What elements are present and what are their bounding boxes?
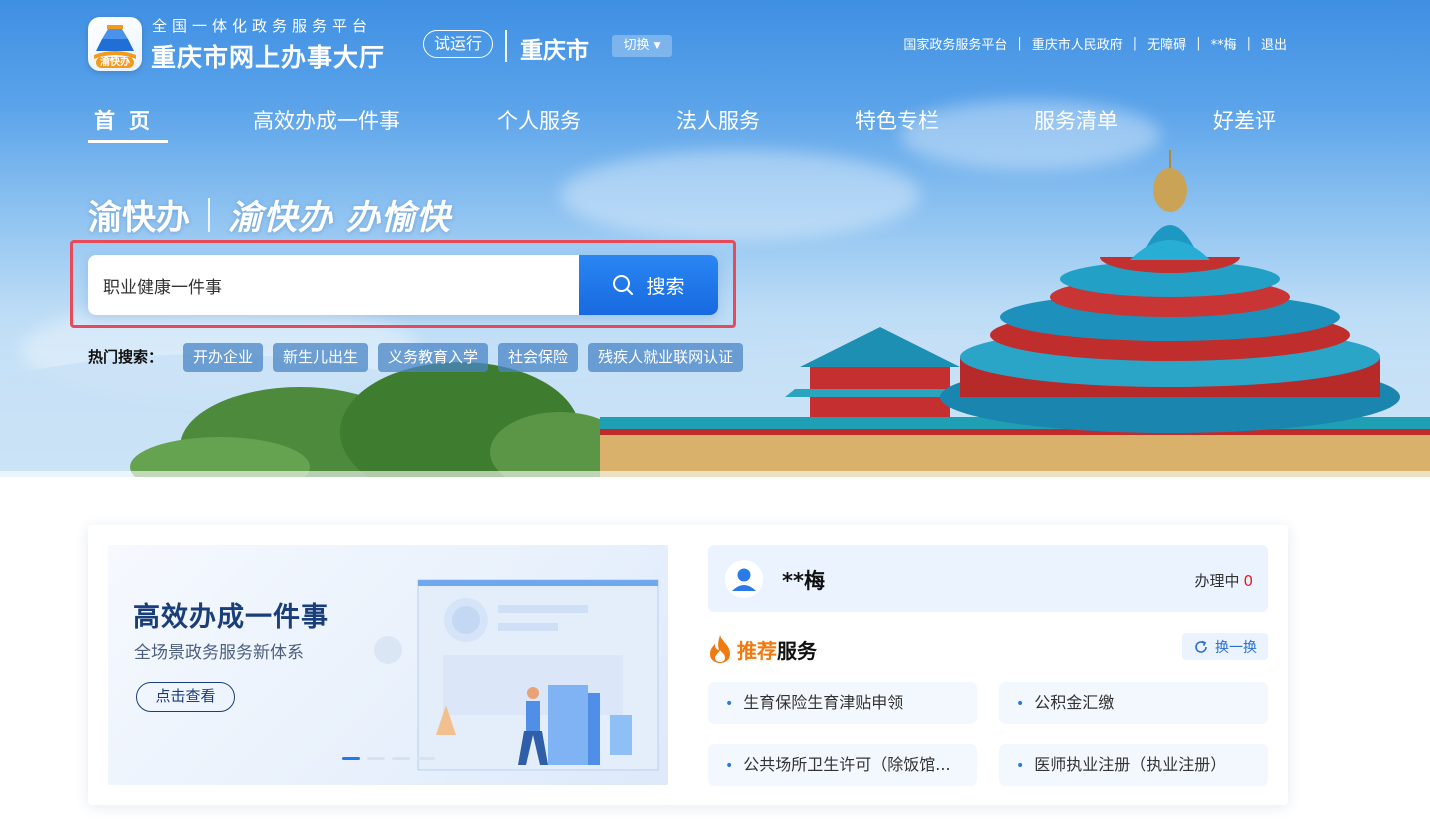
link-separator: | [1196,36,1201,51]
nav-one-thing[interactable]: 高效办成一件事 [253,104,400,144]
switch-label: 切换 [623,38,650,53]
bullet-icon: • [1016,758,1025,774]
carousel-dot[interactable] [417,757,435,760]
recommend-title: 推荐 服务 [707,634,817,664]
caret-down-icon: ▼ [653,41,661,51]
recommend-title-highlight: 推荐 [737,638,777,663]
banner-title: 高效办成一件事 [133,602,329,633]
hot-tag-social-insurance[interactable]: 社会保险 [498,343,579,372]
hot-tag-school-enrollment[interactable]: 义务教育入学 [378,343,489,372]
link-municipal-government[interactable]: 重庆市人民政府 [1032,34,1123,53]
link-logout[interactable]: 退出 [1261,34,1287,53]
slogan-divider [208,197,210,232]
banner-subtitle: 全场景政务服务新体系 [134,643,304,663]
service-label: 生育保险生育津贴申领 [743,693,904,712]
hot-search-label: 热门搜索： [88,348,164,366]
search-input[interactable] [88,255,579,315]
promo-banner[interactable]: 高效办成一件事 全场景政务服务新体系 点击查看 [108,545,668,785]
platform-subtitle: 全国一体化政务服务平台 [152,17,373,35]
nav-legal-entity-services[interactable]: 法人服务 [676,104,760,144]
logo-icon[interactable]: 渝快办 [88,17,142,71]
recommend-title-rest: 服务 [777,638,817,663]
search-box: 搜索 [88,255,718,315]
banner-illustration [374,579,659,771]
service-item[interactable]: • 公共场所卫生许可（除饭馆... [708,744,977,786]
header-divider [505,30,507,62]
service-label: 公共场所卫生许可（除饭馆... [743,755,951,774]
nav-home[interactable]: 首页 [94,104,164,144]
link-separator: | [1132,36,1138,51]
city-switch-button[interactable]: 切换 ▼ [612,35,672,57]
user-name: **梅 [782,569,825,593]
bullet-icon: • [1016,696,1025,712]
bullet-icon: • [725,696,734,712]
main-nav: 首页 高效办成一件事 个人服务 法人服务 特色专栏 服务清单 好差评 [88,104,1288,144]
search-button-label: 搜索 [646,275,685,298]
search-icon [613,275,634,295]
banner-view-button[interactable]: 点击查看 [136,682,235,712]
nav-personal-services[interactable]: 个人服务 [497,104,581,144]
service-label: 公积金汇缴 [1034,693,1115,712]
slogan-tagline: 渝快办 办愉快 [228,198,451,238]
site-title[interactable]: 重庆市网上办事大厅 [151,38,385,74]
refresh-label: 换一换 [1215,639,1257,656]
service-item[interactable]: • 医师执业注册（执业注册） [999,744,1268,786]
slogan: 渝快办 渝快办 办愉快 [88,190,451,239]
search-button[interactable]: 搜索 [579,255,718,315]
slogan-brand: 渝快办 [88,198,190,238]
flame-icon [710,635,730,663]
hot-tag-newborn[interactable]: 新生儿出生 [273,343,369,372]
nav-service-list[interactable]: 服务清单 [1034,104,1118,144]
carousel-dot[interactable] [342,757,360,760]
carousel-dot[interactable] [367,757,385,760]
link-separator: | [1246,36,1251,51]
hot-search-tags: 开办企业 新生儿出生 义务教育入学 社会保险 残疾人就业联网认证 [183,343,744,372]
nav-evaluation[interactable]: 好差评 [1213,104,1276,144]
current-city: 重庆市 [520,38,589,64]
bullet-icon: • [725,758,734,774]
in-progress-status[interactable]: 办理中 0 [1194,570,1253,591]
link-national-platform[interactable]: 国家政务服务平台 [903,34,1007,53]
service-label: 医师执业注册（执业注册） [1034,755,1227,774]
nav-active-indicator [88,140,168,143]
in-progress-label: 办理中 [1194,572,1240,590]
carousel-dot[interactable] [392,757,410,760]
user-avatar-icon[interactable] [725,560,763,598]
in-progress-count: 0 [1243,572,1253,590]
link-user-name[interactable]: **梅 [1211,34,1237,53]
link-separator: | [1017,36,1022,51]
nav-special-columns[interactable]: 特色专栏 [855,104,939,144]
refresh-button[interactable]: 换一换 [1182,633,1268,660]
logo-text: 渝快办 [96,57,134,68]
service-item[interactable]: • 公积金汇缴 [999,682,1268,724]
carousel-dots [342,757,435,760]
user-panel: **梅 办理中 0 [708,545,1268,612]
hot-tag-disabled-employment[interactable]: 残疾人就业联网认证 [588,343,744,372]
link-accessibility[interactable]: 无障碍 [1147,34,1186,53]
hot-tag-start-business[interactable]: 开办企业 [183,343,264,372]
top-links: 国家政务服务平台 | 重庆市人民政府 | 无障碍 | **梅 | 退出 [903,34,1287,53]
trial-badge: 试运行 [423,30,493,58]
refresh-icon [1195,640,1207,653]
service-item[interactable]: • 生育保险生育津贴申领 [708,682,977,724]
rotunda-dome-icon [1130,150,1210,260]
